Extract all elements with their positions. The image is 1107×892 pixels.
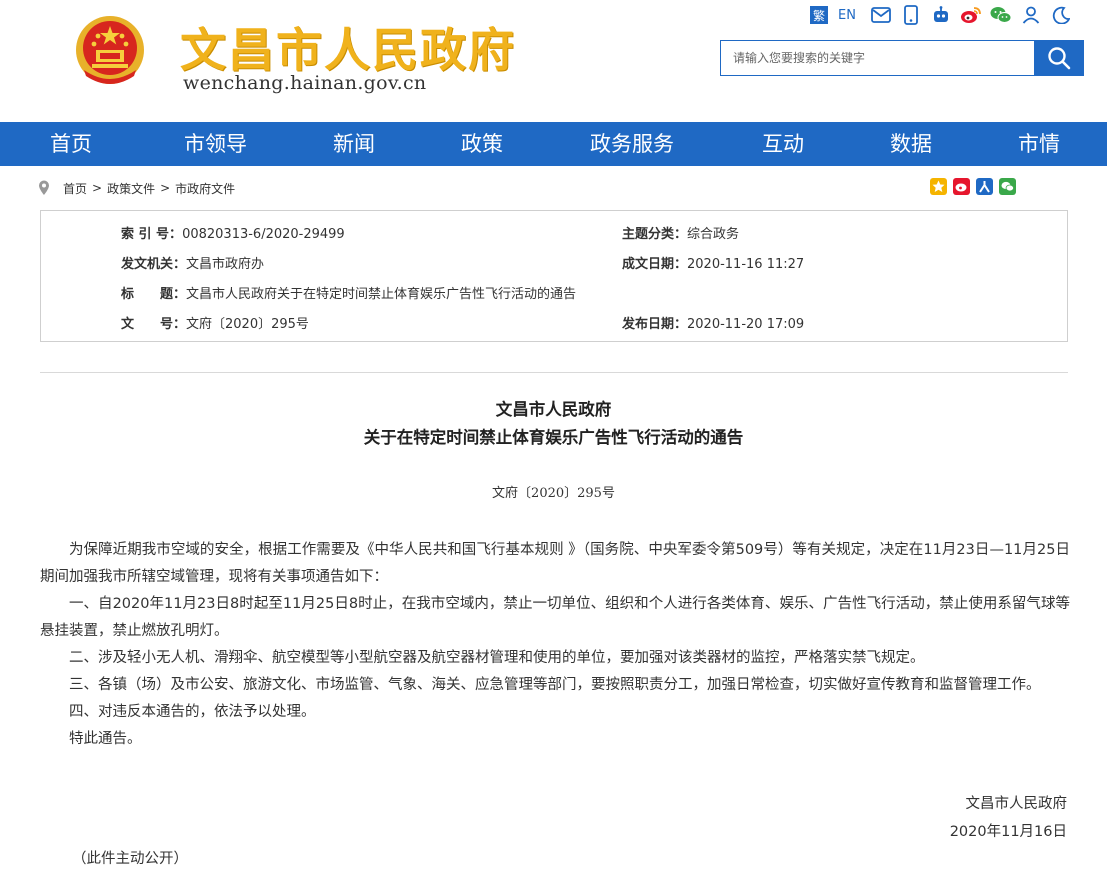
meta-title-label: 标 题： <box>121 287 187 302</box>
site-header: 文昌市人民政府 wenchang.hainan.gov.cn 繁 EN <box>0 0 1107 122</box>
nav-item-data[interactable]: 数据 <box>890 122 932 166</box>
meta-issuer-label: 发文机关： <box>121 257 187 272</box>
meta-issuer: 发文机关：文昌市政府办 <box>121 253 264 272</box>
nav-item-policy[interactable]: 政策 <box>461 122 503 166</box>
meta-index-value: 00820313-6/2020-29499 <box>182 227 345 242</box>
meta-published: 发布日期：2020-11-20 17:09 <box>622 313 804 332</box>
body-paragraph: 四、对违反本通告的，依法予以处理。 <box>69 704 316 720</box>
site-title[interactable]: 文昌市人民政府 <box>180 14 516 80</box>
document-meta-box: 索 引 号：00820313-6/2020-29499 主题分类：综合政务 发文… <box>40 210 1068 342</box>
meta-published-label: 发布日期： <box>622 317 688 332</box>
document-disclosure-note: （此件主动公开） <box>72 851 188 867</box>
traditional-chinese-button[interactable]: 繁 <box>810 6 828 24</box>
mobile-icon[interactable] <box>900 4 922 26</box>
body-paragraph: 为保障近期我市空域的安全，根据工作需要及《中华人民共和国飞行基本规则 》（国务院… <box>40 542 1070 585</box>
qzone-share-icon[interactable] <box>930 178 947 195</box>
nav-item-services[interactable]: 政务服务 <box>590 122 674 166</box>
wechat-icon[interactable] <box>990 4 1012 26</box>
meta-published-value: 2020-11-20 17:09 <box>687 317 805 332</box>
meta-title: 标 题：文昌市人民政府关于在特定时间禁止体育娱乐广告性飞行活动的通告 <box>121 283 576 302</box>
search-input[interactable] <box>720 40 1034 76</box>
content-divider <box>40 372 1068 373</box>
weibo-icon[interactable] <box>960 4 982 26</box>
document-title-line2: 关于在特定时间禁止体育娱乐广告性飞行活动的通告 <box>363 428 744 447</box>
meta-docno-label: 文 号： <box>121 317 187 332</box>
meta-index-label: 索 引 号： <box>121 227 183 242</box>
share-bar <box>930 178 1016 195</box>
document-signer: 文昌市人民政府 <box>965 796 1068 812</box>
breadcrumb-city-gov-docs[interactable]: 市政府文件 <box>175 180 235 197</box>
nav-item-city-info[interactable]: 市情 <box>1018 122 1060 166</box>
document-number: 文府〔2020〕295号 <box>492 486 615 501</box>
people-share-icon[interactable] <box>976 178 993 195</box>
meta-created-label: 成文日期： <box>622 257 688 272</box>
breadcrumb-separator: > <box>160 181 171 195</box>
breadcrumb: 首页 > 政策文件 > 市政府文件 <box>38 178 235 198</box>
body-paragraph: 一、自2020年11月23日8时起至11月25日8时止，在我市空域内，禁止一切单… <box>40 596 1070 639</box>
nav-item-home[interactable]: 首页 <box>50 122 92 166</box>
search-icon <box>1048 47 1071 70</box>
meta-created: 成文日期：2020-11-16 11:27 <box>622 253 804 272</box>
mail-icon[interactable] <box>870 4 892 26</box>
weibo-share-icon[interactable] <box>953 178 970 195</box>
meta-issuer-value: 文昌市政府办 <box>186 257 265 272</box>
breadcrumb-separator: > <box>92 181 103 195</box>
top-toolbar: 繁 EN <box>810 4 1080 26</box>
breadcrumb-home[interactable]: 首页 <box>63 180 87 197</box>
meta-index: 索 引 号：00820313-6/2020-29499 <box>121 223 345 242</box>
robot-icon[interactable] <box>930 4 952 26</box>
main-nav: 首页 市领导 新闻 政策 政务服务 互动 数据 市情 <box>0 122 1107 166</box>
meta-category-value: 综合政务 <box>687 227 740 242</box>
document-title-line1: 文昌市人民政府 <box>495 400 612 419</box>
location-pin-icon <box>39 180 49 195</box>
document-body: 为保障近期我市空域的安全，根据工作需要及《中华人民共和国飞行基本规则 》（国务院… <box>40 537 1070 753</box>
document-sign-date: 2020年11月16日 <box>949 824 1067 840</box>
body-paragraph: 三、各镇（场）及市公安、旅游文化、市场监管、气象、海关、应急管理等部门，要按照职… <box>69 677 1041 693</box>
search-button[interactable] <box>1034 40 1084 76</box>
meta-title-value: 文昌市人民政府关于在特定时间禁止体育娱乐广告性飞行活动的通告 <box>186 287 577 302</box>
wechat-share-icon[interactable] <box>999 178 1016 195</box>
site-domain: wenchang.hainan.gov.cn <box>183 72 427 94</box>
english-button[interactable]: EN <box>838 8 856 23</box>
nav-item-leaders[interactable]: 市领导 <box>184 122 247 166</box>
user-icon[interactable] <box>1020 4 1042 26</box>
meta-created-value: 2020-11-16 11:27 <box>687 257 805 272</box>
moon-icon[interactable] <box>1050 4 1072 26</box>
body-paragraph: 特此通告。 <box>69 731 142 747</box>
body-paragraph: 二、涉及轻小无人机、滑翔伞、航空模型等小型航空器及航空器材管理和使用的单位，要加… <box>69 650 925 666</box>
nav-item-news[interactable]: 新闻 <box>333 122 375 166</box>
national-emblem-icon <box>76 16 144 84</box>
meta-docno-value: 文府〔2020〕295号 <box>186 317 309 332</box>
meta-category: 主题分类：综合政务 <box>622 223 739 242</box>
meta-category-label: 主题分类： <box>622 227 688 242</box>
breadcrumb-policy[interactable]: 政策文件 <box>107 180 155 197</box>
search-box <box>720 40 1084 76</box>
meta-docno: 文 号：文府〔2020〕295号 <box>121 313 309 332</box>
nav-item-interaction[interactable]: 互动 <box>762 122 804 166</box>
